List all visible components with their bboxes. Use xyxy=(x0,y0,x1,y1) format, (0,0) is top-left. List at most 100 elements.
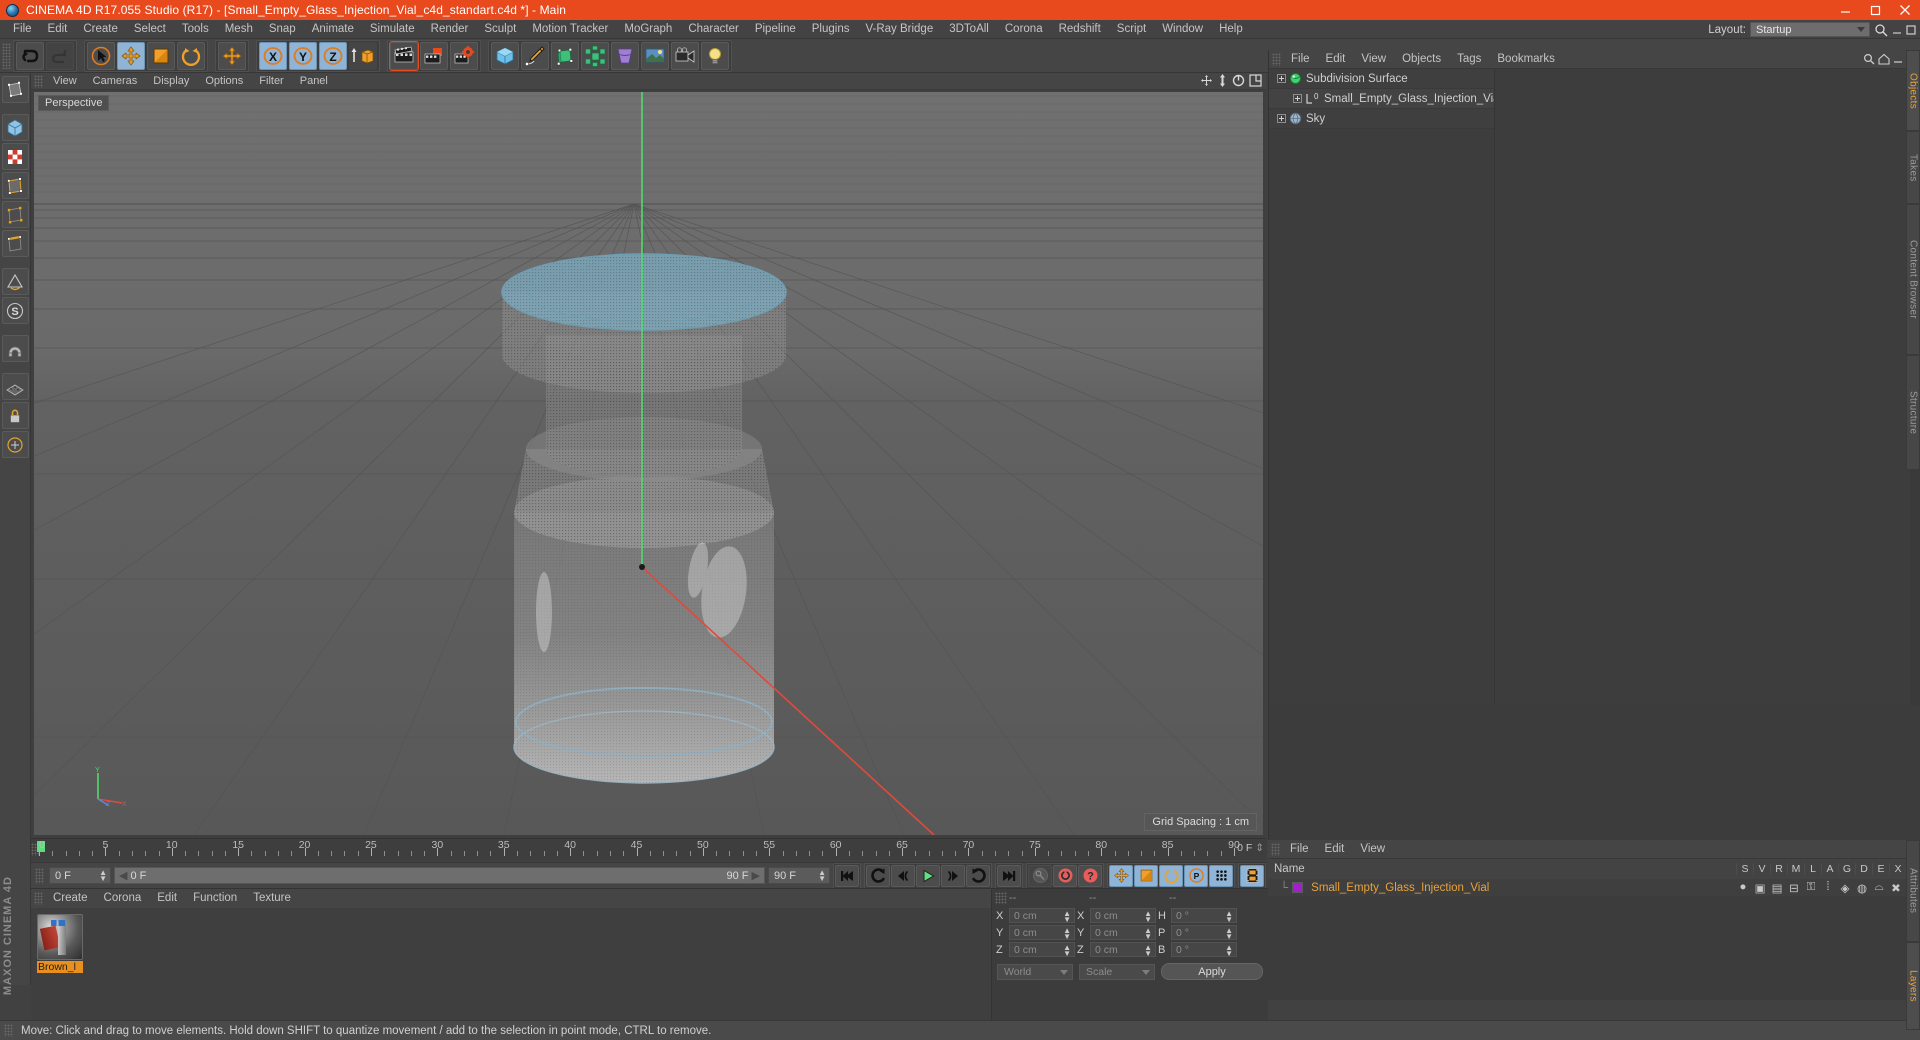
material-manager-body[interactable]: Brown_l xyxy=(31,908,991,1030)
layer-manager-icon[interactable]: ⊟ xyxy=(1787,881,1801,895)
viewport-menu-display[interactable]: Display xyxy=(145,73,197,90)
menu-item-simulate[interactable]: Simulate xyxy=(362,20,423,39)
spinner-icon[interactable]: ▲ ▼ xyxy=(818,869,826,883)
add-array-button[interactable] xyxy=(581,41,609,70)
layer-column-s[interactable]: S xyxy=(1736,863,1753,875)
object-manager-menu-view[interactable]: View xyxy=(1353,50,1394,69)
toolbar-grip[interactable] xyxy=(2,42,11,69)
size-field-y[interactable]: 0 cm ▲ ▼ xyxy=(1090,925,1156,941)
viewport-dolly-icon[interactable] xyxy=(1217,74,1228,87)
search-icon[interactable] xyxy=(1863,53,1875,65)
object-manager-menu-edit[interactable]: Edit xyxy=(1318,50,1354,69)
spinner-icon[interactable]: ▲ ▼ xyxy=(1225,927,1233,941)
layer-color-swatch[interactable] xyxy=(1292,882,1304,893)
rotate-tool-button[interactable] xyxy=(177,41,205,70)
layer-generator-icon[interactable]: ◈ xyxy=(1838,881,1852,895)
viewport-menu-options[interactable]: Options xyxy=(197,73,251,90)
object-manager-grip[interactable] xyxy=(1272,52,1281,66)
layer-manager-grip[interactable] xyxy=(1271,842,1280,856)
menu-item-plugins[interactable]: Plugins xyxy=(804,20,858,39)
timeline-end-field[interactable]: 0 F ⇕ xyxy=(1237,842,1264,854)
step-forward-button[interactable] xyxy=(941,864,965,887)
viewport-rotate-icon[interactable] xyxy=(1232,74,1245,87)
render-settings-button[interactable] xyxy=(450,41,478,70)
material-manager-grip[interactable] xyxy=(34,892,43,905)
material-preview-sphere[interactable] xyxy=(37,914,83,960)
position-field-z[interactable]: 0 cm ▲ ▼ xyxy=(1009,942,1075,958)
expand-toggle-icon[interactable] xyxy=(1277,114,1286,123)
layer-view-icon[interactable]: ▣ xyxy=(1753,881,1767,895)
viewport-pan-icon[interactable] xyxy=(1200,74,1213,87)
menu-item-edit[interactable]: Edit xyxy=(40,20,76,39)
panel-minimize-icon[interactable] xyxy=(1892,25,1902,35)
material-item[interactable]: Brown_l xyxy=(37,914,87,973)
vertical-tab-objects[interactable]: Objects xyxy=(1906,50,1920,132)
layer-column-m[interactable]: M xyxy=(1787,863,1804,875)
add-cube-button[interactable] xyxy=(491,41,519,70)
panel-maximize-icon[interactable] xyxy=(1906,24,1916,35)
tool-workplane-mode[interactable] xyxy=(1,431,29,458)
position-field-x[interactable]: 0 cm ▲ ▼ xyxy=(1009,908,1075,924)
key-rotation-button[interactable] xyxy=(1159,864,1183,887)
end-frame-field[interactable]: 90 F ▲ ▼ xyxy=(768,867,830,884)
layer-column-l[interactable]: L xyxy=(1804,863,1821,875)
menu-item-sculpt[interactable]: Sculpt xyxy=(476,20,524,39)
record-active-objects-button[interactable] xyxy=(1053,864,1077,887)
expand-toggle-icon[interactable] xyxy=(1293,94,1302,103)
object-manager-menu-file[interactable]: File xyxy=(1283,50,1318,69)
home-icon[interactable] xyxy=(1878,53,1890,65)
layout-select[interactable]: Startup xyxy=(1750,22,1870,37)
layer-animation-icon[interactable]: ⁞ xyxy=(1821,881,1835,895)
menu-item-render[interactable]: Render xyxy=(423,20,477,39)
menu-item-character[interactable]: Character xyxy=(680,20,747,39)
tool-point-mode[interactable] xyxy=(1,201,29,228)
play-reverse-loop-button[interactable] xyxy=(866,864,890,887)
key-parameter-button[interactable]: P xyxy=(1184,864,1208,887)
key-position-button[interactable] xyxy=(1109,864,1133,887)
spinner-icon[interactable]: ▲ ▼ xyxy=(1063,927,1071,941)
rotation-field-h[interactable]: 0 ° ▲ ▼ xyxy=(1171,908,1237,924)
add-environment-button[interactable] xyxy=(641,41,669,70)
material-menu-create[interactable]: Create xyxy=(45,889,96,908)
lock-z-button[interactable]: Z xyxy=(319,41,347,70)
lock-y-button[interactable]: Y xyxy=(289,41,317,70)
menu-item-mograph[interactable]: MoGraph xyxy=(616,20,680,39)
layer-menu-view[interactable]: View xyxy=(1352,840,1393,859)
add-deformer-button[interactable] xyxy=(611,41,639,70)
layer-lock-icon[interactable]: ⚿ xyxy=(1804,881,1818,895)
layer-row[interactable]: └ Small_Empty_Glass_Injection_Vial ● ▣ ▤ ⊟ ⚿ ⁞ ◈… xyxy=(1268,879,1906,896)
coordinate-grip[interactable] xyxy=(995,891,1007,904)
tool-lock-workplane[interactable] xyxy=(1,402,29,429)
layer-xref-icon[interactable]: ✖ xyxy=(1889,881,1903,895)
layer-column-a[interactable]: A xyxy=(1821,863,1838,875)
tool-viewport-solo[interactable]: S xyxy=(1,297,29,324)
layer-render-icon[interactable]: ▤ xyxy=(1770,881,1784,895)
viewport-menu-cameras[interactable]: Cameras xyxy=(85,73,146,90)
world-object-axis-button[interactable] xyxy=(349,41,377,70)
viewport-3d[interactable]: Perspective Grid Spacing : 1 cm Y X Z xyxy=(34,92,1263,835)
vertical-tab-layers[interactable]: Layers xyxy=(1906,941,1920,1031)
tool-object-axis[interactable] xyxy=(1,268,29,295)
vertical-tab-content-browser[interactable]: Content Browser xyxy=(1906,203,1920,355)
layer-column-v[interactable]: V xyxy=(1753,863,1770,875)
render-view-button[interactable] xyxy=(389,40,419,71)
status-bar-grip[interactable] xyxy=(4,1024,13,1037)
play-button[interactable] xyxy=(916,864,940,887)
play-loop-button[interactable] xyxy=(966,864,990,887)
layer-column-d[interactable]: D xyxy=(1855,863,1872,875)
viewport-menu-filter[interactable]: Filter xyxy=(251,73,291,90)
go-to-start-button[interactable] xyxy=(835,864,859,887)
vertical-tab-structure[interactable]: Structure xyxy=(1906,354,1920,470)
menu-item-pipeline[interactable]: Pipeline xyxy=(747,20,804,39)
menu-item-window[interactable]: Window xyxy=(1154,20,1211,39)
position-field-y[interactable]: 0 cm ▲ ▼ xyxy=(1009,925,1075,941)
record-button[interactable]: ? xyxy=(1078,864,1102,887)
layer-column-r[interactable]: R xyxy=(1770,863,1787,875)
object-manager-menu-objects[interactable]: Objects xyxy=(1394,50,1449,69)
layer-solo-icon[interactable]: ● xyxy=(1736,881,1750,895)
material-menu-texture[interactable]: Texture xyxy=(245,889,299,908)
transport-grip[interactable] xyxy=(35,867,44,884)
object-manager-menu-tags[interactable]: Tags xyxy=(1449,50,1489,69)
timeline-ruler[interactable]: 0 5 10 15 20 25 30 35 40 45 50 55 60 65 70 75 80 85 90 0 F… xyxy=(31,838,1266,860)
rotation-field-p[interactable]: 0 ° ▲ ▼ xyxy=(1171,925,1237,941)
